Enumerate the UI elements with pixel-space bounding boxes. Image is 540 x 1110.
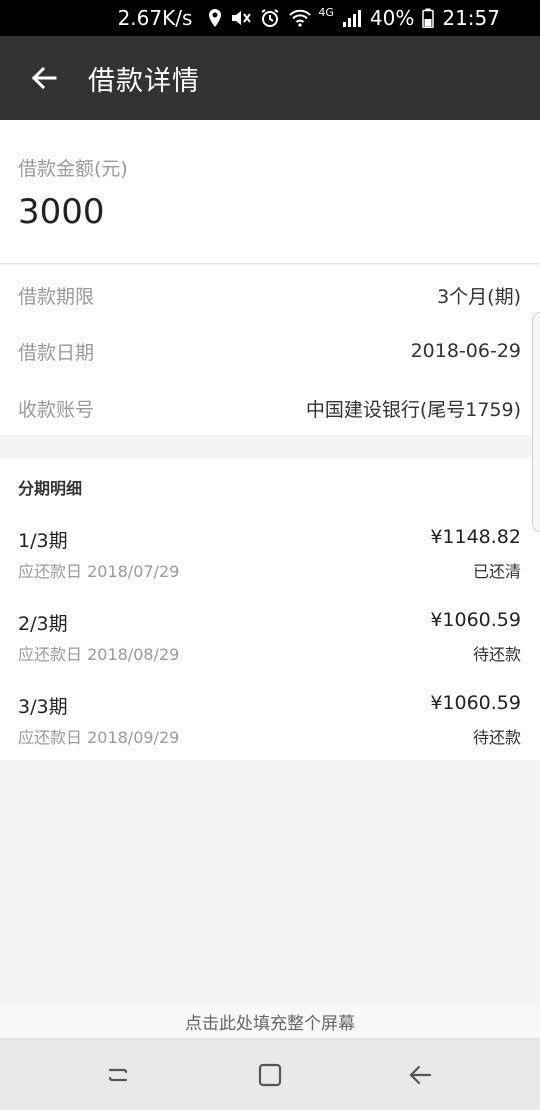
info-row-term: 借款期限 3个月(期) bbox=[0, 267, 540, 323]
installment-status: 待还款 bbox=[472, 645, 521, 664]
installment-card: 分期明细 1/3期 应还款日 2018/07/29 ¥1148.82 已还清 2… bbox=[0, 458, 540, 760]
fill-screen-button[interactable]: 点击此处填充整个屏幕 bbox=[0, 1005, 540, 1038]
info-value: 中国建设银行(尾号1759) bbox=[305, 398, 521, 421]
alarm-icon bbox=[260, 8, 280, 28]
installment-status: 已还清 bbox=[472, 562, 521, 581]
installment-row[interactable]: 1/3期 应还款日 2018/07/29 ¥1148.82 已还清 bbox=[0, 526, 540, 596]
loan-amount-card: 借款金额(元) 3000 bbox=[0, 120, 540, 264]
nav-back-button[interactable] bbox=[400, 1055, 440, 1095]
location-icon bbox=[208, 8, 222, 28]
installment-period: 3/3期 bbox=[18, 696, 68, 718]
navigation-bar bbox=[0, 1038, 540, 1110]
info-label: 借款期限 bbox=[18, 285, 95, 308]
installment-status: 待还款 bbox=[472, 728, 521, 747]
recent-apps-icon bbox=[108, 1068, 128, 1082]
installment-amount: ¥1148.82 bbox=[430, 526, 521, 548]
installment-period: 2/3期 bbox=[18, 613, 68, 635]
app-bar: 借款详情 bbox=[0, 36, 540, 120]
installment-row[interactable]: 2/3期 应还款日 2018/08/29 ¥1060.59 待还款 bbox=[0, 609, 540, 679]
loan-amount-value: 3000 bbox=[18, 192, 105, 232]
page-title: 借款详情 bbox=[88, 65, 200, 97]
loan-info-card: 借款期限 3个月(期) 借款日期 2018-06-29 收款账号 中国建设银行(… bbox=[0, 265, 540, 435]
recent-apps-button[interactable] bbox=[98, 1055, 138, 1095]
installment-due-date: 应还款日 2018/09/29 bbox=[18, 728, 180, 747]
installment-row[interactable]: 3/3期 应还款日 2018/09/29 ¥1060.59 待还款 bbox=[0, 692, 540, 762]
edge-panel-handle[interactable] bbox=[532, 312, 540, 532]
installment-section-title: 分期明细 bbox=[18, 479, 83, 498]
installment-due-date: 应还款日 2018/08/29 bbox=[18, 645, 180, 664]
home-icon bbox=[258, 1063, 282, 1087]
loan-amount-label: 借款金额(元) bbox=[18, 158, 128, 180]
installment-period: 1/3期 bbox=[18, 530, 68, 552]
info-row-date: 借款日期 2018-06-29 bbox=[0, 323, 540, 379]
battery-icon bbox=[422, 8, 435, 28]
network-type: 4G bbox=[318, 5, 334, 19]
battery-percent: 40% bbox=[369, 6, 415, 30]
mute-icon bbox=[230, 8, 252, 28]
back-arrow-icon bbox=[409, 1065, 432, 1085]
status-bar: 2.67K/s 4G 40% 21:57 bbox=[0, 0, 540, 36]
info-value: 3个月(期) bbox=[437, 285, 521, 308]
installment-due-date: 应还款日 2018/07/29 bbox=[18, 562, 180, 581]
wifi-icon bbox=[288, 8, 312, 28]
info-label: 收款账号 bbox=[18, 398, 95, 421]
home-button[interactable] bbox=[250, 1055, 290, 1095]
arrow-left-icon bbox=[31, 66, 57, 90]
info-row-account: 收款账号 中国建设银行(尾号1759) bbox=[0, 380, 540, 436]
info-label: 借款日期 bbox=[18, 341, 95, 364]
installment-amount: ¥1060.59 bbox=[430, 609, 521, 631]
signal-icon bbox=[342, 9, 362, 27]
clock: 21:57 bbox=[442, 6, 500, 30]
network-speed: 2.67K/s bbox=[117, 6, 193, 30]
back-button[interactable] bbox=[22, 56, 66, 100]
info-value: 2018-06-29 bbox=[410, 340, 521, 362]
installment-amount: ¥1060.59 bbox=[430, 692, 521, 714]
